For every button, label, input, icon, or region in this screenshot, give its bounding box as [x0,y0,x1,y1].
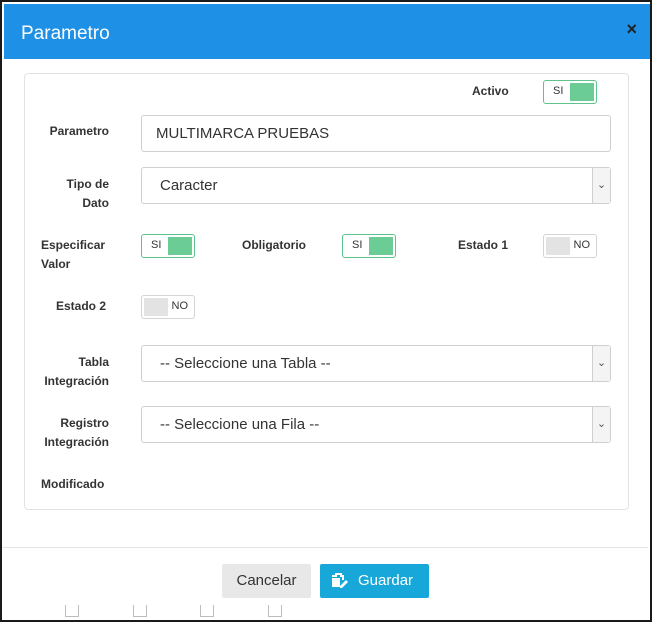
obligatorio-label: Obligatorio [242,238,306,252]
cancel-button[interactable]: Cancelar [222,564,311,598]
estado2-toggle[interactable]: NO [141,295,195,319]
tipo-dato-value: Caracter [160,177,218,194]
modificado-label: Modificado [41,477,105,491]
parametro-label: Parametro [49,124,109,138]
registro-integracion-select[interactable]: -- Seleccione una Fila -- ⌄ [141,406,611,443]
activo-label: Activo [472,84,509,98]
registro-integracion-label: Registro Integración [30,414,109,452]
tabla-integracion-value: -- Seleccione una Tabla -- [160,355,331,372]
especificar-valor-toggle[interactable]: SI [141,234,195,258]
registro-integracion-label-line1: Registro [60,416,109,430]
tipo-dato-label-line2: Dato [82,196,109,210]
tabla-integracion-select[interactable]: -- Seleccione una Tabla -- ⌄ [141,345,611,382]
background-table-fragment [200,605,214,617]
chevron-down-icon[interactable]: ⌄ [592,168,610,203]
save-label: Guardar [358,572,414,589]
save-edit-icon [332,573,348,588]
estado1-toggle[interactable]: NO [543,234,597,258]
background-table-fragment [133,605,147,617]
especificar-valor-toggle-text: SI [151,239,162,251]
registro-integracion-value: -- Seleccione una Fila -- [160,416,320,433]
activo-toggle-text: SI [553,85,564,97]
save-button[interactable]: Guardar [320,564,429,598]
especificar-valor-label-line2: Valor [41,257,71,271]
toggle-knob [144,298,168,316]
chevron-down-icon[interactable]: ⌄ [592,407,610,442]
modal-title: Parametro [21,23,110,44]
obligatorio-toggle-text: SI [352,239,363,251]
tabla-integracion-label: Tabla Integración [30,353,109,391]
activo-toggle[interactable]: SI [543,80,597,104]
tabla-integracion-label-line2: Integración [44,374,109,388]
tabla-integracion-label-line1: Tabla [78,355,109,369]
especificar-valor-label: Especificar Valor [41,236,105,274]
toggle-knob [168,237,192,255]
estado1-label: Estado 1 [458,238,509,252]
parametro-input[interactable]: MULTIMARCA PRUEBAS [141,115,611,152]
background-table-fragment [65,605,79,617]
estado1-toggle-text: NO [573,239,591,251]
close-icon[interactable]: × [626,19,637,39]
especificar-valor-label-line1: Especificar [41,238,106,252]
estado2-label: Estado 2 [56,299,107,313]
toggle-knob [546,237,570,255]
tipo-dato-label-line1: Tipo de [66,177,109,191]
background-table-fragment [268,605,282,617]
obligatorio-toggle[interactable]: SI [342,234,396,258]
toggle-knob [570,83,594,101]
estado2-toggle-text: NO [171,300,189,312]
toggle-knob [369,237,393,255]
registro-integracion-label-line2: Integración [44,435,109,449]
tipo-dato-label: Tipo de Dato [30,175,109,213]
tipo-dato-select[interactable]: Caracter ⌄ [141,167,611,204]
footer-divider [2,547,648,548]
chevron-down-icon[interactable]: ⌄ [592,346,610,381]
modal-header: Parametro × [4,4,650,59]
